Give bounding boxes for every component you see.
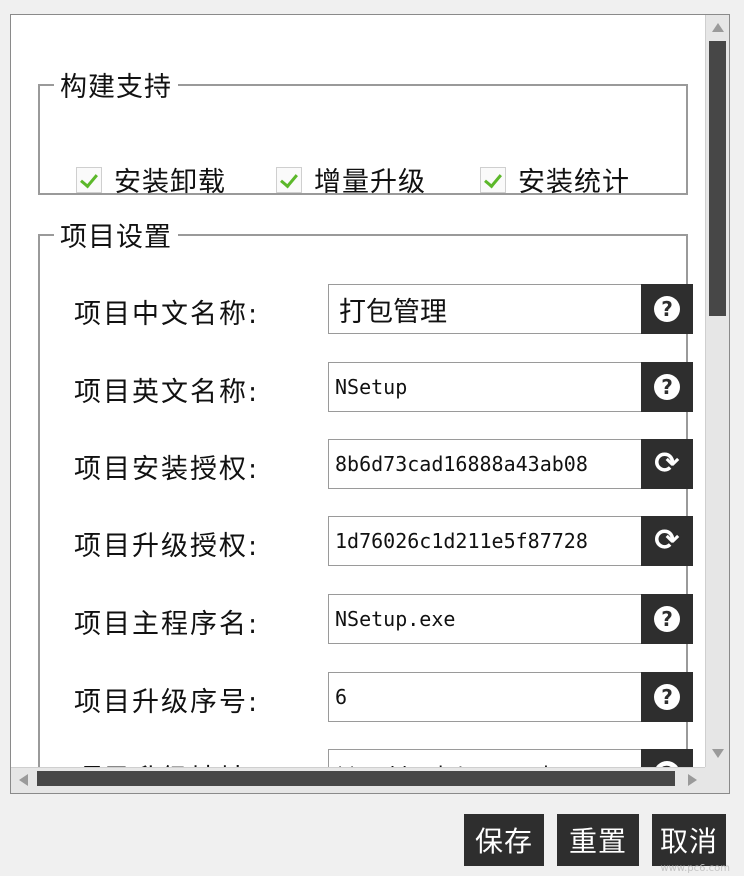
help-icon: ?	[654, 684, 680, 710]
main-program-label: 项目主程序名:	[74, 609, 260, 640]
scrollbar-corner	[705, 767, 729, 793]
action-bar: 保存 重置 取消	[0, 814, 744, 866]
upgrade-auth-input[interactable]: 1d76026c1d211e5f87728	[328, 516, 642, 566]
main-program-input[interactable]: NSetup.exe	[328, 594, 642, 644]
checkbox-checked-icon[interactable]	[276, 166, 302, 193]
build-support-legend: 构建支持	[60, 72, 172, 103]
project-cn-name-input[interactable]: 打包管理	[328, 284, 642, 334]
help-icon: ?	[654, 296, 680, 322]
scroll-left-arrow-icon[interactable]	[13, 768, 35, 793]
install-statistics-checkbox[interactable]: 安装统计	[480, 160, 630, 199]
scroll-right-arrow-icon[interactable]	[681, 768, 703, 793]
help-icon: ?	[654, 374, 680, 400]
project-settings-group: 项目设置 项目中文名称: 打包管理 ? 项目英文名称: NSetup ? 项目安…	[38, 215, 693, 767]
reset-button[interactable]: 重置	[557, 814, 639, 866]
horizontal-scroll-thumb[interactable]	[37, 771, 675, 786]
vertical-scrollbar[interactable]	[705, 15, 729, 767]
watermark-text: www.pc6.com	[660, 863, 730, 874]
scroll-down-arrow-icon[interactable]	[706, 743, 729, 765]
project-cn-name-help-button[interactable]: ?	[641, 284, 693, 334]
upgrade-number-input[interactable]: 6	[328, 672, 642, 722]
build-support-options: 安装卸载 增量升级 安装统计	[76, 160, 676, 200]
install-auth-input[interactable]: 8b6d73cad16888a43ab08	[328, 439, 642, 489]
scroll-up-arrow-icon[interactable]	[706, 17, 729, 39]
help-icon: ?	[654, 606, 680, 632]
project-cn-name-label: 项目中文名称:	[74, 299, 260, 330]
settings-panel: 构建支持 安装卸载 增量升级 安装统计 项目设置 项目中文名称: 打包管理 ? …	[10, 14, 730, 794]
install-uninstall-checkbox[interactable]: 安装卸载	[76, 160, 226, 199]
install-uninstall-label: 安装卸载	[114, 167, 226, 198]
incremental-upgrade-checkbox[interactable]: 增量升级	[276, 160, 426, 199]
scroll-viewport: 构建支持 安装卸载 增量升级 安装统计 项目设置 项目中文名称: 打包管理 ? …	[11, 15, 705, 767]
upgrade-url-input[interactable]: ttp://update.aceui.cn	[328, 749, 642, 767]
upgrade-url-label: 项目升级地址:	[74, 757, 304, 767]
upgrade-number-help-button[interactable]: ?	[641, 672, 693, 722]
cancel-button[interactable]: 取消	[652, 814, 726, 866]
refresh-icon: ⟳	[654, 523, 680, 558]
build-support-group: 构建支持 安装卸载 增量升级 安装统计	[38, 65, 688, 198]
project-en-name-input[interactable]: NSetup	[328, 362, 642, 412]
refresh-icon: ⟳	[654, 446, 680, 481]
main-program-help-button[interactable]: ?	[641, 594, 693, 644]
upgrade-auth-refresh-button[interactable]: ⟳	[641, 516, 693, 566]
incremental-upgrade-label: 增量升级	[314, 167, 426, 198]
checkbox-checked-icon[interactable]	[76, 166, 102, 193]
install-auth-label: 项目安装授权:	[74, 454, 260, 485]
install-statistics-label: 安装统计	[518, 167, 630, 198]
project-settings-legend: 项目设置	[60, 222, 172, 253]
upgrade-auth-label: 项目升级授权:	[74, 531, 260, 562]
project-en-name-label: 项目英文名称:	[74, 377, 260, 408]
upgrade-url-help-button[interactable]: ?	[641, 749, 693, 767]
horizontal-scrollbar[interactable]	[11, 767, 705, 793]
checkbox-checked-icon[interactable]	[480, 166, 506, 193]
vertical-scroll-thumb[interactable]	[709, 41, 726, 316]
save-button[interactable]: 保存	[464, 814, 544, 866]
project-en-name-help-button[interactable]: ?	[641, 362, 693, 412]
install-auth-refresh-button[interactable]: ⟳	[641, 439, 693, 489]
upgrade-number-label: 项目升级序号:	[74, 687, 260, 718]
